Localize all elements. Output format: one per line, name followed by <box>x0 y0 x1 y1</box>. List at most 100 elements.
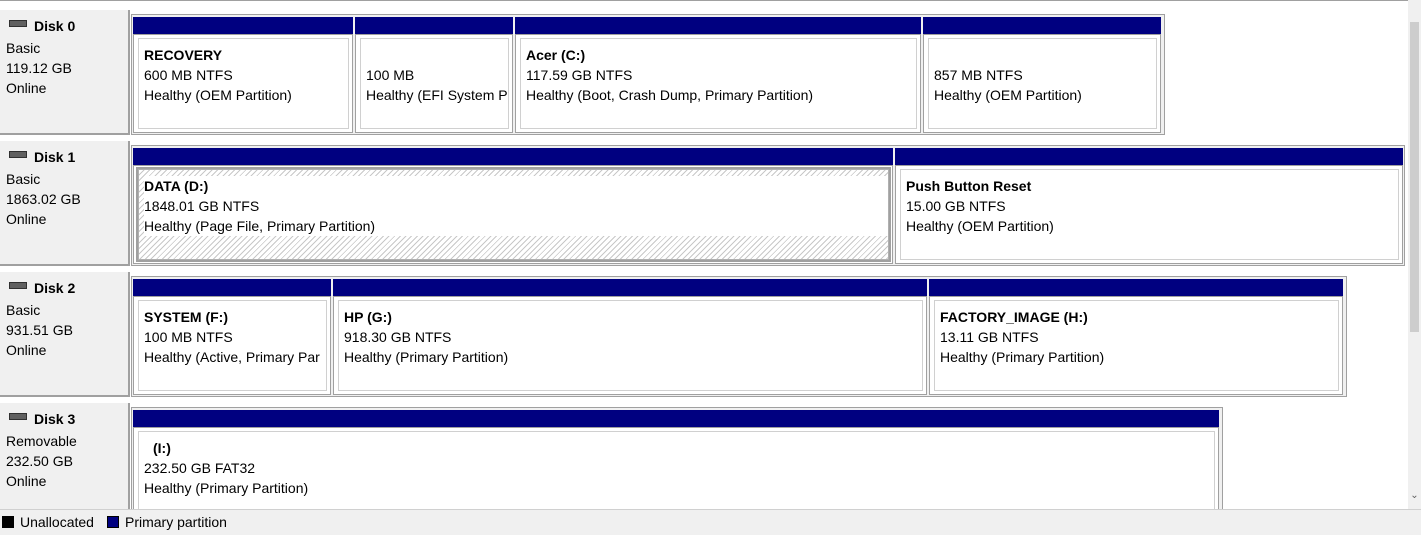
disk-status: Online <box>6 211 47 227</box>
partition-size: 117.59 GB NTFS <box>526 67 633 83</box>
partition-removable-i[interactable]: (I:) 232.50 GB FAT32 Healthy (Primary Pa… <box>132 408 1220 510</box>
partition-name <box>366 45 508 65</box>
partition-status: Healthy (Primary Partition) <box>144 480 309 496</box>
primary-partition-bar <box>133 148 893 165</box>
disk-label-0[interactable]: Disk 0 Basic 119.12 GB Online <box>0 10 130 135</box>
partition-factory-image-h[interactable]: FACTORY_IMAGE (H:) 13.11 GB NTFS Healthy… <box>928 277 1344 395</box>
partition-text: HP (G:) 918.30 GB NTFS Healthy (Primary … <box>344 307 922 367</box>
partition-body: SYSTEM (F:) 100 MB NTFS Healthy (Active,… <box>133 296 331 395</box>
disk-title-2: Disk 2 <box>9 280 75 296</box>
partition-inner: DATA (D:) 1848.01 GB NTFS Healthy (Page … <box>136 167 891 262</box>
disk-size: 119.12 GB <box>6 60 72 76</box>
partition-data-d[interactable]: DATA (D:) 1848.01 GB NTFS Healthy (Page … <box>132 146 894 264</box>
partition-inner: RECOVERY 600 MB NTFS Healthy (OEM Partit… <box>138 38 349 129</box>
partition-inner: HP (G:) 918.30 GB NTFS Healthy (Primary … <box>338 300 923 391</box>
disk-size: 232.50 GB <box>6 453 73 469</box>
disk-2-partitions: SYSTEM (F:) 100 MB NTFS Healthy (Active,… <box>131 276 1347 397</box>
partition-text: Acer (C:) 117.59 GB NTFS Healthy (Boot, … <box>526 45 916 105</box>
unallocated-swatch <box>2 516 14 528</box>
partition-efi-system[interactable]: 100 MB Healthy (EFI System P <box>354 15 514 133</box>
partition-name <box>934 45 1156 65</box>
partition-text: Push Button Reset 15.00 GB NTFS Healthy … <box>906 176 1398 236</box>
legend-primary-label: Primary partition <box>125 514 227 530</box>
disk-status: Online <box>6 80 47 96</box>
partition-inner: (I:) 232.50 GB FAT32 Healthy (Primary Pa… <box>138 431 1215 510</box>
partition-status: Healthy (OEM Partition) <box>144 87 292 103</box>
disk-title-0: Disk 0 <box>9 18 75 34</box>
disk-label-1[interactable]: Disk 1 Basic 1863.02 GB Online <box>0 141 130 266</box>
partition-status: Healthy (OEM Partition) <box>906 218 1054 234</box>
vertical-scrollbar[interactable]: ⌄ <box>1408 0 1421 509</box>
disk-3-partitions: (I:) 232.50 GB FAT32 Healthy (Primary Pa… <box>131 407 1223 510</box>
partition-text: 857 MB NTFS Healthy (OEM Partition) <box>934 45 1156 105</box>
partition-size: 100 MB <box>366 67 415 83</box>
disk-row-3: Disk 3 Removable 232.50 GB Online (I:) 2… <box>0 403 1408 510</box>
primary-partition-bar <box>923 17 1161 34</box>
disk-graphical-view: Disk 0 Basic 119.12 GB Online RECOVERY 6… <box>0 0 1408 510</box>
disk-drive-icon <box>9 150 27 158</box>
partition-text: RECOVERY 600 MB NTFS Healthy (OEM Partit… <box>144 45 348 105</box>
legend-unallocated: Unallocated <box>2 514 94 530</box>
disk-type: Basic <box>6 40 41 56</box>
partition-size: 1848.01 GB NTFS <box>144 196 888 216</box>
disk-0-partitions: RECOVERY 600 MB NTFS Healthy (OEM Partit… <box>131 14 1165 135</box>
disk-name: Disk 0 <box>34 18 76 34</box>
partition-name: SYSTEM (F:) <box>144 309 228 325</box>
partition-body: (I:) 232.50 GB FAT32 Healthy (Primary Pa… <box>133 427 1219 510</box>
primary-partition-bar <box>133 410 1219 427</box>
disk-label-3[interactable]: Disk 3 Removable 232.50 GB Online <box>0 403 130 510</box>
partition-status: Healthy (Page File, Primary Partition) <box>144 216 888 236</box>
disk-drive-icon <box>9 19 27 27</box>
partition-system-f[interactable]: SYSTEM (F:) 100 MB NTFS Healthy (Active,… <box>132 277 332 395</box>
partition-size: 13.11 GB NTFS <box>940 329 1039 345</box>
disk-row-0: Disk 0 Basic 119.12 GB Online RECOVERY 6… <box>0 10 1408 138</box>
partition-body: Push Button Reset 15.00 GB NTFS Healthy … <box>895 165 1403 264</box>
disk-name: Disk 3 <box>34 411 76 427</box>
primary-partition-bar <box>895 148 1403 165</box>
partition-recovery[interactable]: RECOVERY 600 MB NTFS Healthy (OEM Partit… <box>132 15 354 133</box>
primary-partition-bar <box>355 17 513 34</box>
disk-size: 1863.02 GB <box>6 191 81 207</box>
disk-name: Disk 1 <box>34 149 76 165</box>
disk-size: 931.51 GB <box>6 322 73 338</box>
partition-status: Healthy (Primary Partition) <box>344 349 509 365</box>
chevron-down-icon[interactable]: ⌄ <box>1408 488 1421 504</box>
partition-inner: Push Button Reset 15.00 GB NTFS Healthy … <box>900 169 1399 260</box>
partition-body: Acer (C:) 117.59 GB NTFS Healthy (Boot, … <box>515 34 921 133</box>
partition-name: FACTORY_IMAGE (H:) <box>940 309 1088 325</box>
disk-name: Disk 2 <box>34 280 76 296</box>
partition-acer-c[interactable]: Acer (C:) 117.59 GB NTFS Healthy (Boot, … <box>514 15 922 133</box>
disk-drive-icon <box>9 281 27 289</box>
partition-oem-857mb[interactable]: 857 MB NTFS Healthy (OEM Partition) <box>922 15 1162 133</box>
partition-size: 600 MB NTFS <box>144 67 233 83</box>
partition-push-button-reset[interactable]: Push Button Reset 15.00 GB NTFS Healthy … <box>894 146 1404 264</box>
partition-size: 232.50 GB FAT32 <box>144 460 256 476</box>
partition-body: RECOVERY 600 MB NTFS Healthy (OEM Partit… <box>133 34 353 133</box>
partition-body: 100 MB Healthy (EFI System P <box>355 34 513 133</box>
partition-size: 918.30 GB NTFS <box>344 329 452 345</box>
disk-status: Online <box>6 342 47 358</box>
disk-row-1: Disk 1 Basic 1863.02 GB Online DATA (D:)… <box>0 141 1408 269</box>
partition-size: 100 MB NTFS <box>144 329 233 345</box>
disk-type: Basic <box>6 171 41 187</box>
partition-status: Healthy (OEM Partition) <box>934 87 1082 103</box>
disk-type: Basic <box>6 302 41 318</box>
partition-text: SYSTEM (F:) 100 MB NTFS Healthy (Active,… <box>144 307 326 367</box>
partition-inner: 100 MB Healthy (EFI System P <box>360 38 509 129</box>
partition-name: Push Button Reset <box>906 178 1032 194</box>
partition-inner: 857 MB NTFS Healthy (OEM Partition) <box>928 38 1157 129</box>
disk-label-2[interactable]: Disk 2 Basic 931.51 GB Online <box>0 272 130 397</box>
partition-status: Healthy (EFI System P <box>366 87 508 103</box>
partition-hp-g[interactable]: HP (G:) 918.30 GB NTFS Healthy (Primary … <box>332 277 928 395</box>
legend-unallocated-label: Unallocated <box>20 514 94 530</box>
scrollbar-thumb[interactable] <box>1410 22 1419 332</box>
partition-body: HP (G:) 918.30 GB NTFS Healthy (Primary … <box>333 296 927 395</box>
partition-body: 857 MB NTFS Healthy (OEM Partition) <box>923 34 1161 133</box>
primary-swatch <box>107 516 119 528</box>
partition-name: RECOVERY <box>144 47 223 63</box>
partition-text: FACTORY_IMAGE (H:) 13.11 GB NTFS Healthy… <box>940 307 1338 367</box>
disk-title-3: Disk 3 <box>9 411 75 427</box>
partition-status: Healthy (Primary Partition) <box>940 349 1105 365</box>
primary-partition-bar <box>133 279 331 296</box>
partition-inner: Acer (C:) 117.59 GB NTFS Healthy (Boot, … <box>520 38 917 129</box>
